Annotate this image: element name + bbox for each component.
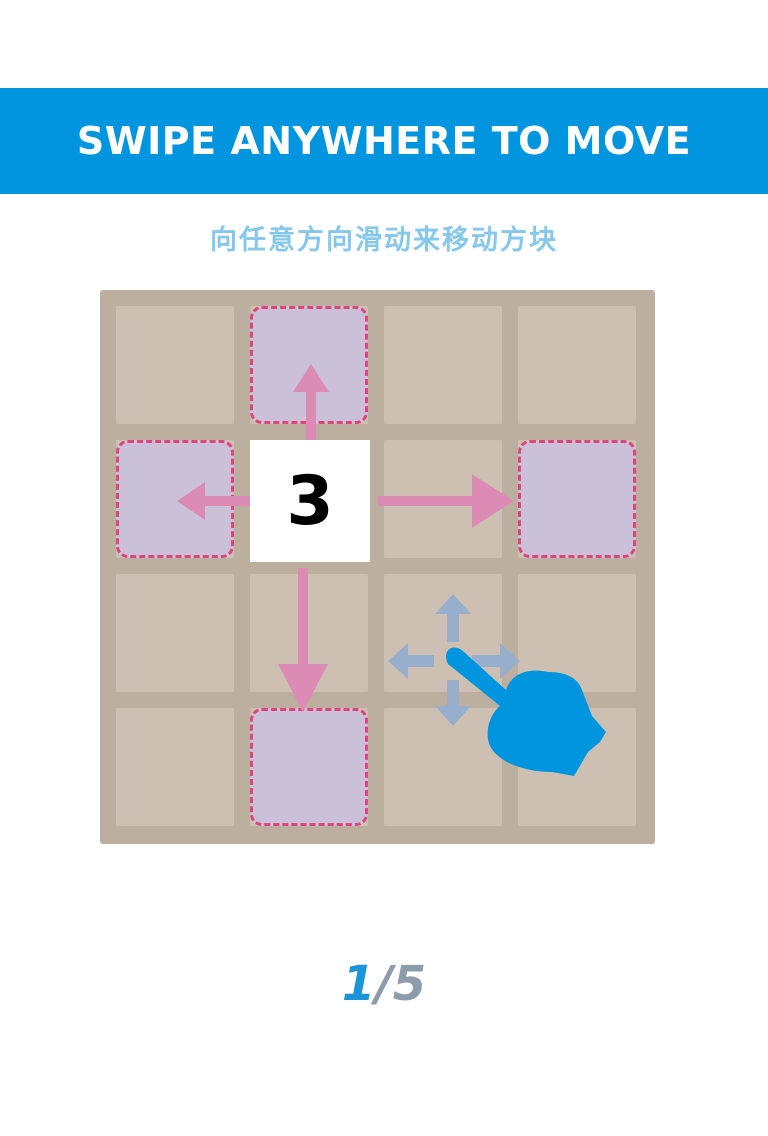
header-banner: SWIPE ANYWHERE TO MOVE [0,88,768,194]
instruction-subtitle: 向任意方向滑动来移动方块 [210,225,558,256]
instruction-title: SWIPE ANYWHERE TO MOVE [76,119,692,163]
target-slot [518,440,636,558]
number-tile[interactable]: 3 [250,440,370,562]
board-cell [116,306,234,424]
board-cell [116,708,234,826]
target-slot [250,708,368,826]
board-cell [384,440,502,558]
board-cell [250,574,368,692]
tile-value: 3 [286,461,334,541]
page-separator: / [375,956,393,1012]
board-cell [518,306,636,424]
board-cell [116,574,234,692]
total-pages: 5 [392,956,427,1012]
board-cell [384,708,502,826]
board-cell [518,574,636,692]
game-board[interactable] [100,290,655,844]
page-indicator: 1/5 [0,956,768,1012]
board-cell [518,708,636,826]
target-slot [116,440,234,558]
board-cell [384,306,502,424]
current-page: 1 [341,956,376,1012]
target-slot [250,306,368,424]
board-cell [384,574,502,692]
